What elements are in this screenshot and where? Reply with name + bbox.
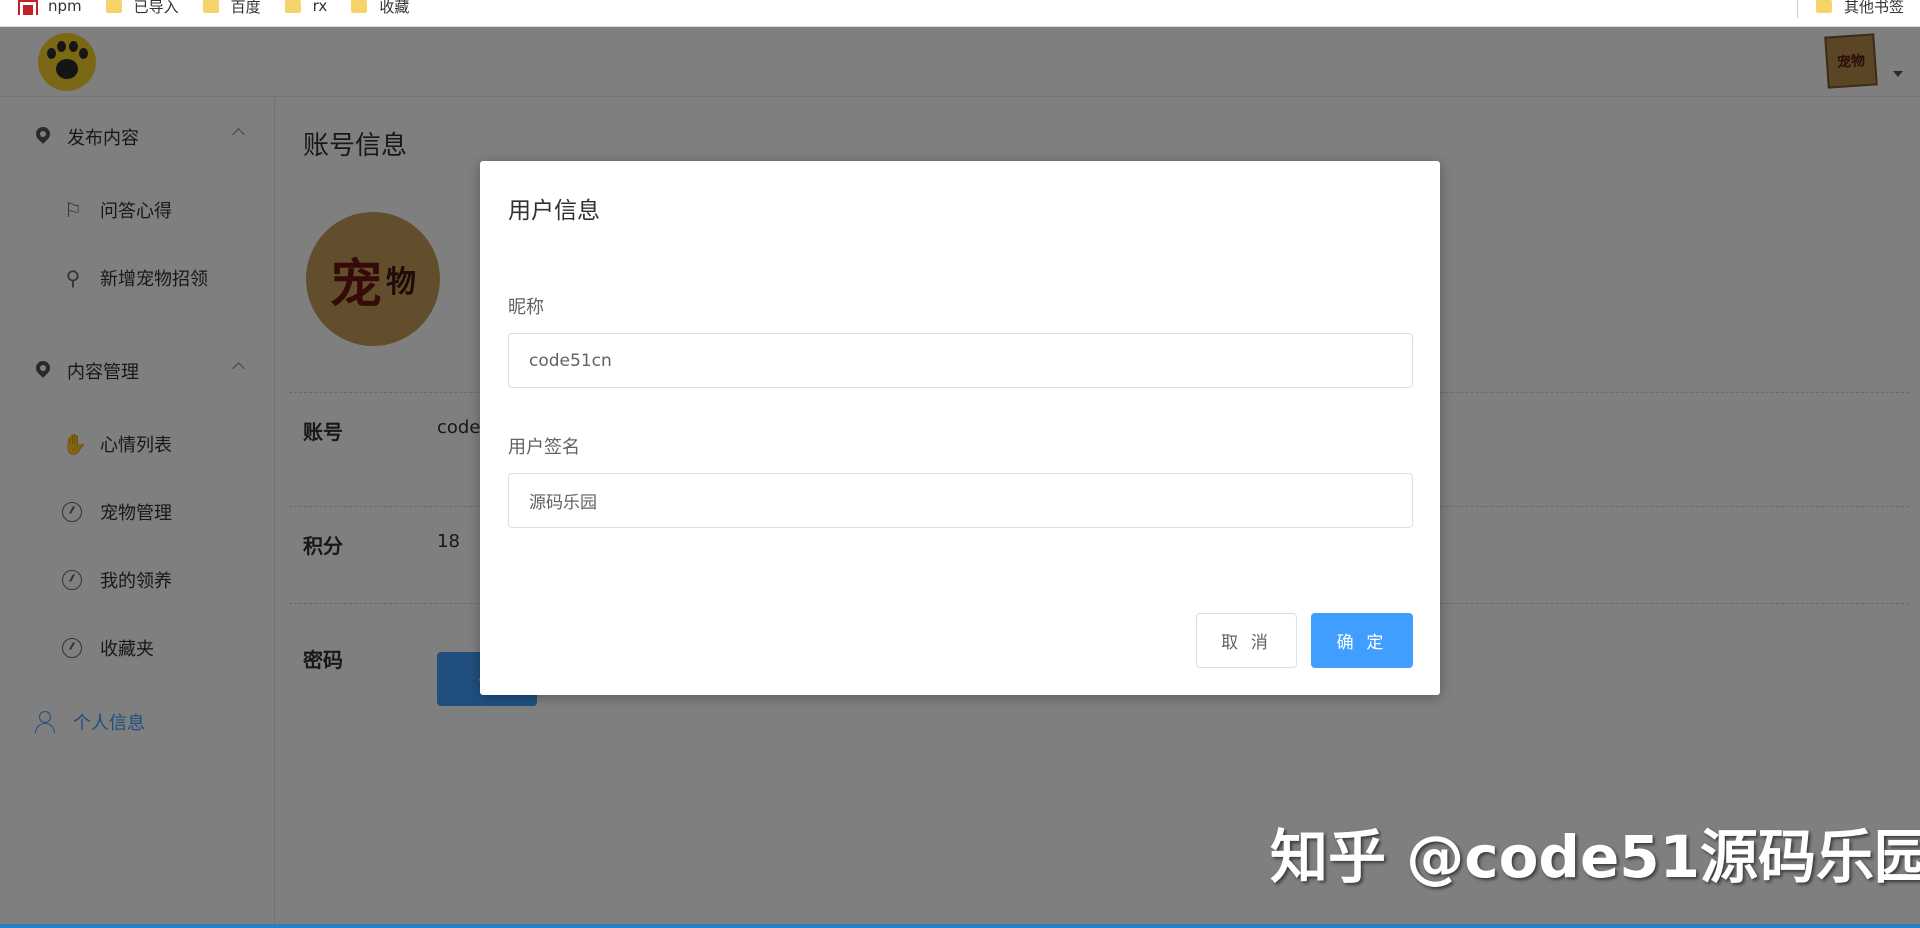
bookmarks-bar: npm 已导入 百度 rx 收藏 其他书签 (0, 0, 1920, 27)
bookmark-label: 收藏 (379, 0, 410, 16)
watermark-text: 知乎 @code51源码乐园 (1270, 823, 1920, 891)
user-info-dialog: 用户信息 昵称 用户签名 取 消 确 定 (480, 161, 1440, 695)
bookmark-label: 百度 (230, 0, 261, 16)
npm-icon (18, 0, 38, 15)
bottom-bar (0, 924, 1920, 928)
dialog-title: 用户信息 (508, 198, 600, 224)
confirm-button[interactable]: 确 定 (1311, 613, 1413, 668)
bookmark-other[interactable]: 其他书签 (1815, 0, 1904, 20)
nickname-input[interactable] (508, 333, 1413, 388)
bookmark-npm[interactable]: npm (18, 0, 82, 20)
bookmark-label: 其他书签 (1843, 0, 1904, 16)
bookmark-label: 已导入 (133, 0, 179, 16)
bookmark-label: npm (48, 0, 82, 15)
signature-input[interactable] (508, 473, 1413, 528)
bookmark-baidu[interactable]: 百度 (202, 0, 261, 20)
cancel-button[interactable]: 取 消 (1196, 613, 1297, 668)
bookmark-imported[interactable]: 已导入 (105, 0, 179, 20)
bookmark-collect[interactable]: 收藏 (351, 0, 409, 20)
signature-label: 用户签名 (508, 437, 580, 458)
bookmark-label: rx (312, 0, 328, 15)
folder-icon (284, 0, 301, 13)
folder-icon (105, 0, 122, 13)
folder-icon (1815, 0, 1832, 13)
folder-icon (202, 0, 219, 13)
folder-icon (351, 0, 368, 13)
bookmark-rx[interactable]: rx (284, 0, 328, 20)
bookmark-divider (1797, 0, 1798, 18)
nickname-label: 昵称 (508, 297, 544, 318)
